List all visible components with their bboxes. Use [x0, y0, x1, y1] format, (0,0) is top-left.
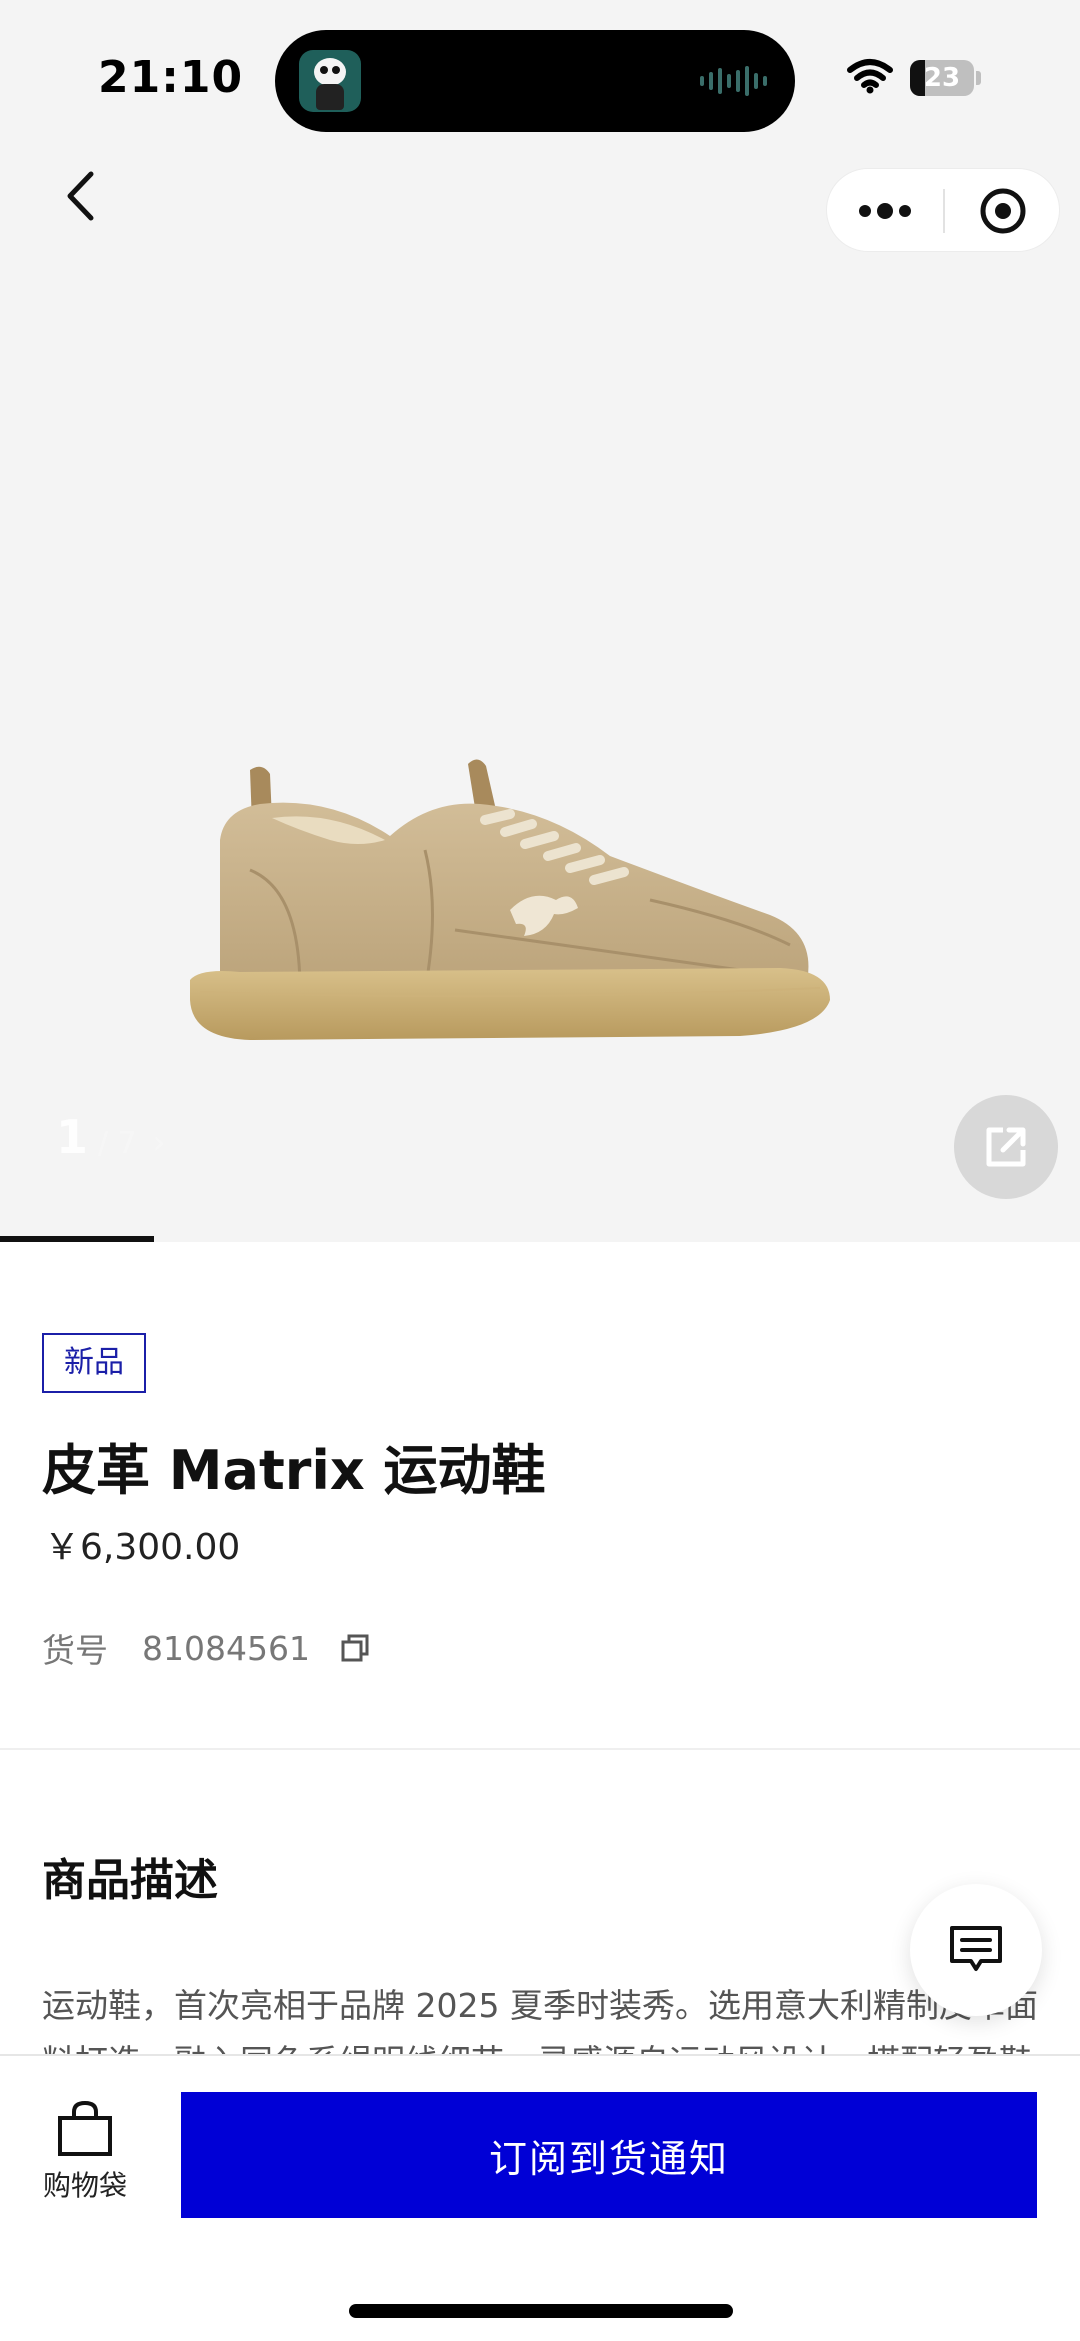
shopping-bag-button[interactable]: 购物袋 [28, 2100, 142, 2220]
gallery-progress-track [0, 1236, 1080, 1242]
battery-indicator: 23 [910, 60, 974, 96]
sku-row: 货号 81084561 [42, 1624, 370, 1672]
chevron-right-icon: › [152, 1123, 166, 1161]
copy-sku-button[interactable] [340, 1633, 370, 1663]
description-text: 运动鞋，首次亮相于品牌 2025 夏季时装秀。选用意大利精制皮革面料打造，融入同… [42, 1986, 1038, 2060]
chat-bubble-icon [950, 1926, 1002, 1971]
gallery-progress-fill [0, 1236, 155, 1242]
miniapp-capsule [826, 168, 1060, 252]
home-indicator [349, 2304, 733, 2318]
share-external-icon [986, 1127, 1026, 1167]
sku-value: 81084561 [142, 1628, 310, 1668]
share-button[interactable] [954, 1095, 1058, 1199]
close-miniapp-button[interactable] [945, 169, 1061, 253]
copy-icon [341, 1634, 369, 1662]
back-button[interactable] [50, 160, 110, 232]
product-image[interactable] [180, 740, 900, 1100]
product-price: ￥6,300.00 [44, 1527, 241, 1568]
subscribe-notify-button[interactable]: 订阅到货通知 [181, 2092, 1037, 2218]
section-divider [0, 1748, 1080, 1750]
target-circle-icon [980, 188, 1026, 234]
audio-wave-icon [700, 66, 767, 96]
chevron-left-icon [67, 171, 94, 221]
status-time: 21:10 [98, 52, 244, 103]
customer-service-button[interactable] [910, 1884, 1042, 2016]
gallery-total: / 7 [98, 1126, 137, 1161]
battery-tip [976, 71, 981, 85]
description-heading: 商品描述 [42, 1855, 218, 1906]
gallery-current-index: 1 [56, 1110, 89, 1164]
shopping-bag-icon [58, 2100, 112, 2156]
sku-label: 货号 [42, 1631, 108, 1670]
sneaker-illustration [190, 759, 830, 1040]
more-dots-icon [859, 203, 911, 219]
dynamic-island [275, 30, 795, 132]
bottom-action-bar: 购物袋 订阅到货通知 [0, 2054, 1080, 2341]
more-button[interactable] [827, 169, 943, 253]
shopping-bag-label: 购物袋 [42, 2169, 127, 2202]
gallery-counter: 1 / 7 › [56, 1110, 166, 1164]
product-gallery[interactable]: 21:10 23 1 / 7 › [0, 0, 1080, 1242]
product-title: 皮革 Matrix 运动鞋 [42, 1439, 546, 1502]
app-avatar-icon [299, 50, 361, 112]
wifi-icon [847, 58, 893, 98]
new-badge: 新品 [42, 1333, 146, 1393]
